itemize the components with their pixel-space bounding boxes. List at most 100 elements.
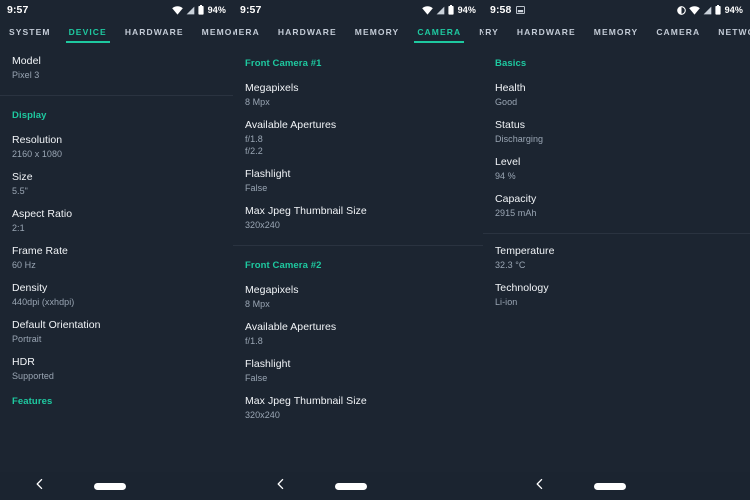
info-row: Density 440dpi (xxhdpi) bbox=[0, 271, 233, 308]
info-row-label: Size bbox=[12, 171, 33, 183]
info-row: Megapixels 8 Mpx bbox=[233, 273, 483, 310]
info-row-label: Flashlight bbox=[245, 168, 291, 180]
tab-memory-3[interactable]: MEMORY bbox=[193, 20, 233, 41]
back-icon bbox=[275, 478, 287, 490]
status-bar-left: 9:57 bbox=[7, 4, 28, 16]
back-button[interactable] bbox=[275, 477, 287, 495]
tab-camera-3[interactable]: CAMERA bbox=[408, 20, 470, 43]
info-row: Available Apertures f/1.8 f/2.2 bbox=[233, 108, 483, 157]
info-row-label: Frame Rate bbox=[12, 245, 68, 257]
tab-hardware-1[interactable]: HARDWARE bbox=[508, 20, 585, 41]
tab-battery-0[interactable]: BATTERY bbox=[483, 20, 508, 41]
info-row-label: Resolution bbox=[12, 134, 63, 146]
info-row: Flashlight False bbox=[233, 157, 483, 194]
home-pill-button[interactable] bbox=[93, 482, 126, 490]
phone-screen-device: 9:5794%SYSTEMDEVICEHARDWAREMEMORYCAMERAM… bbox=[0, 0, 233, 500]
navigation-bar bbox=[0, 472, 233, 500]
tab-hardware-2[interactable]: HARDWARE bbox=[116, 20, 193, 41]
info-row-label: Density bbox=[12, 282, 48, 294]
screenshot-icon bbox=[516, 6, 526, 14]
info-row-label: Technology bbox=[495, 282, 549, 294]
info-row-value: Portrait bbox=[12, 334, 42, 344]
info-row-label: Available Apertures bbox=[245, 321, 337, 333]
back-button[interactable] bbox=[534, 477, 546, 495]
info-row-value: f/1.8 bbox=[245, 336, 263, 346]
info-row-label: Capacity bbox=[495, 193, 537, 205]
tab-device-1[interactable]: DEVICE bbox=[60, 20, 116, 43]
status-bar-right: 94% bbox=[421, 5, 476, 15]
info-row-label: Health bbox=[495, 82, 526, 94]
back-icon bbox=[34, 478, 46, 490]
signal-icon bbox=[186, 6, 195, 15]
info-row: Health Good bbox=[483, 71, 750, 108]
info-row-value: Good bbox=[495, 97, 518, 107]
info-row-value: Pixel 3 bbox=[12, 70, 40, 80]
tab-camera-0[interactable]: CAMERA bbox=[233, 20, 269, 41]
section-header: Front Camera #2 bbox=[245, 260, 322, 271]
info-row-label: Temperature bbox=[495, 245, 555, 257]
tab-network-4[interactable]: NETWORK bbox=[470, 20, 483, 41]
section-header: Display bbox=[12, 110, 47, 121]
tab-hardware-1[interactable]: HARDWARE bbox=[269, 20, 346, 41]
wifi-icon bbox=[688, 5, 700, 15]
info-row: Status Discharging bbox=[483, 108, 750, 145]
content-panel: Basics Health Good Status Discharging Level 94… bbox=[483, 44, 750, 500]
tab-camera-3[interactable]: CAMERA bbox=[647, 20, 709, 41]
info-row: Aspect Ratio 2:1 bbox=[0, 197, 233, 234]
info-row-value: f/1.8 bbox=[245, 134, 263, 144]
info-row-value: 8 Mpx bbox=[245, 97, 270, 107]
tab-bar[interactable]: SYSTEMDEVICEHARDWAREMEMORYCAMERA bbox=[0, 20, 233, 44]
info-row-value: 320x240 bbox=[245, 410, 280, 420]
wifi-icon bbox=[171, 5, 183, 15]
back-button[interactable] bbox=[34, 477, 46, 495]
section-header: Front Camera #1 bbox=[245, 58, 322, 69]
info-row: Default Orientation Portrait bbox=[0, 308, 233, 345]
info-row-value: Li-ion bbox=[495, 297, 518, 307]
info-row: Resolution 2160 x 1080 bbox=[0, 123, 233, 160]
section-header: Basics bbox=[495, 58, 527, 69]
status-bar: 9:57 94% bbox=[233, 0, 483, 20]
info-row-value: 2:1 bbox=[12, 223, 25, 233]
status-bar-left: 9:58 bbox=[490, 4, 526, 16]
home-pill-button[interactable] bbox=[335, 482, 367, 490]
info-row-value: Supported bbox=[12, 371, 54, 381]
info-row-value: 2160 x 1080 bbox=[12, 149, 63, 159]
info-row: HDR Supported bbox=[0, 345, 233, 382]
battery-icon bbox=[715, 5, 721, 15]
signal-icon bbox=[436, 6, 445, 15]
tab-memory-2[interactable]: MEMORY bbox=[346, 20, 409, 41]
info-row-label: Model bbox=[12, 55, 41, 67]
info-row: Available Apertures f/1.8 bbox=[233, 310, 483, 347]
section-header: Features bbox=[12, 396, 53, 407]
info-row-label: Flashlight bbox=[245, 358, 291, 370]
tab-memory-2[interactable]: MEMORY bbox=[585, 20, 648, 41]
status-bar-clock: 9:58 bbox=[490, 4, 512, 16]
battery-percent-label: 94% bbox=[207, 5, 226, 15]
tab-network-4[interactable]: NETWORK bbox=[709, 20, 750, 41]
tab-bar[interactable]: CAMERAHARDWAREMEMORYCAMERANETWORKBATTERY bbox=[233, 20, 483, 44]
navigation-bar bbox=[483, 472, 750, 500]
info-row-value: 2915 mAh bbox=[495, 208, 537, 218]
home-pill-button[interactable] bbox=[593, 482, 626, 490]
tab-system-0[interactable]: SYSTEM bbox=[0, 20, 60, 41]
battery-icon bbox=[198, 5, 204, 15]
phone-screen-battery: 9:58 94% BATTERYHARDWAREMEMORYCAMERANETWOR… bbox=[483, 0, 750, 500]
info-row-value: 8 Mpx bbox=[245, 299, 270, 309]
info-row-label: Max Jpeg Thumbnail Size bbox=[245, 395, 367, 407]
info-row-label: Default Orientation bbox=[12, 319, 101, 331]
status-bar: 9:58 94% bbox=[483, 0, 750, 20]
signal-icon bbox=[703, 6, 712, 15]
info-row-label: Level bbox=[495, 156, 521, 168]
battery-icon bbox=[448, 5, 454, 15]
navigation-bar bbox=[233, 472, 483, 500]
info-row: Flashlight False bbox=[233, 347, 483, 384]
info-row-label: Megapixels bbox=[245, 284, 299, 296]
battery-percent-label: 94% bbox=[457, 5, 476, 15]
screenshot-collage: 9:5794%SYSTEMDEVICEHARDWAREMEMORYCAMERAM… bbox=[0, 0, 750, 500]
info-row: Model Pixel 3 bbox=[0, 44, 233, 81]
info-row-label: Available Apertures bbox=[245, 119, 337, 131]
info-row-value: False bbox=[245, 373, 268, 383]
content-panel: Model Pixel 3 Display Resolution 2160 x 1080… bbox=[0, 44, 233, 500]
tab-bar[interactable]: BATTERYHARDWAREMEMORYCAMERANETWORKBATTER… bbox=[483, 20, 750, 44]
info-row-value: 94 % bbox=[495, 171, 516, 181]
